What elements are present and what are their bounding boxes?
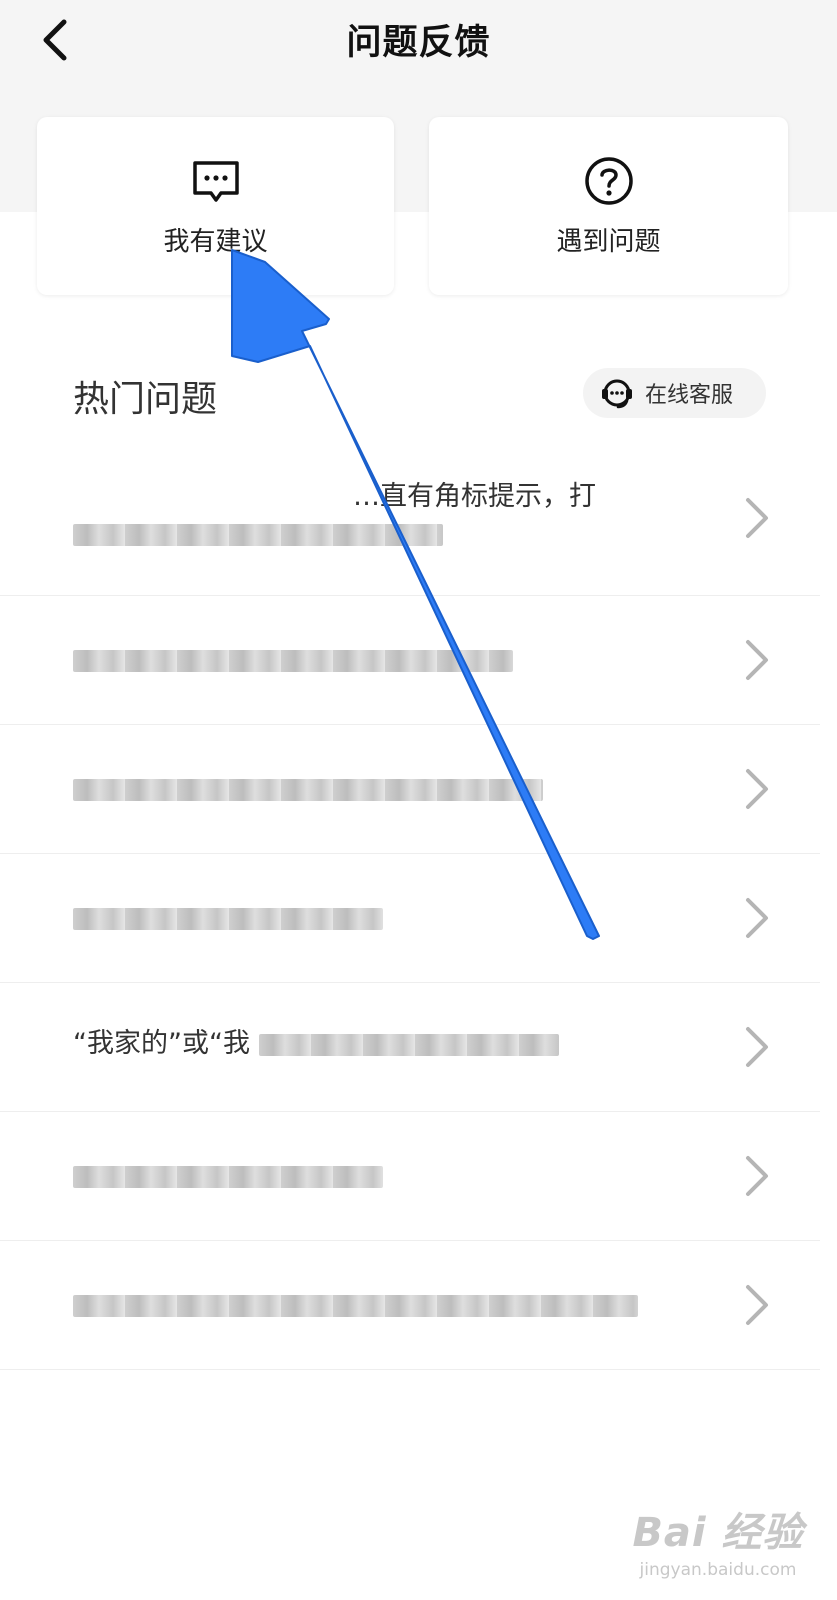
problem-label: 遇到问题 [556, 227, 661, 257]
redacted-text [258, 1033, 559, 1056]
watermark-url: jingyan.baidu.com [639, 1560, 797, 1580]
redacted-text [73, 524, 443, 546]
redacted-text [73, 650, 513, 672]
redacted-text [73, 1295, 638, 1317]
redacted-text [73, 908, 383, 930]
question-circle-icon [583, 155, 635, 207]
faq-question [73, 1158, 703, 1188]
faq-item[interactable] [0, 725, 820, 854]
redacted-text [73, 779, 543, 801]
faq-item[interactable] [0, 1241, 820, 1370]
suggestion-label: 我有建议 [163, 227, 268, 257]
faq-item[interactable]: “我家的”或“我 [0, 983, 820, 1112]
chevron-right-icon [746, 769, 768, 809]
chevron-right-icon [746, 1285, 768, 1325]
faq-question [73, 642, 703, 672]
redacted-text [73, 1166, 383, 1188]
nav-bar: 问题反馈 [0, 0, 837, 80]
faq-item[interactable] [0, 1112, 820, 1241]
message-dots-icon [190, 155, 242, 207]
suggestion-card[interactable]: 我有建议 [37, 117, 394, 295]
online-service-label: 在线客服 [645, 383, 734, 408]
faq-item[interactable] [0, 596, 820, 725]
faq-question [73, 900, 703, 930]
chevron-right-icon [746, 640, 768, 680]
feedback-page: 问题反馈 我有建议 遇到问题 热门问题 在线客服 …直有角标提示，打 “我家的”… [0, 0, 837, 1600]
hot-questions-title: 热门问题 [73, 379, 218, 420]
chevron-right-icon [746, 497, 768, 538]
faq-question-text: “我家的”或“我 [73, 1028, 250, 1059]
chevron-right-icon [746, 1027, 768, 1067]
faq-question: “我家的”或“我 [73, 1025, 703, 1063]
faq-question [73, 1287, 703, 1317]
faq-item[interactable]: …直有角标提示，打 [0, 440, 820, 596]
chevron-right-icon [746, 1156, 768, 1196]
watermark-logo: Bai 经验 [632, 1510, 804, 1556]
hot-questions-header: 热门问题 在线客服 [0, 360, 837, 430]
online-service-button[interactable]: 在线客服 [583, 368, 766, 418]
faq-question [73, 771, 703, 801]
baidu-jingyan-watermark: Bai 经验 jingyan.baidu.com [628, 1500, 808, 1590]
page-title: 问题反馈 [346, 23, 491, 63]
chevron-right-icon [746, 898, 768, 938]
faq-item[interactable] [0, 854, 820, 983]
faq-list: …直有角标提示，打 “我家的”或“我 [0, 440, 820, 1370]
faq-question: …直有角标提示，打 [73, 478, 703, 546]
problem-card[interactable]: 遇到问题 [429, 117, 788, 295]
faq-question-text: …直有角标提示，打 [353, 481, 596, 512]
headset-icon [599, 375, 635, 411]
